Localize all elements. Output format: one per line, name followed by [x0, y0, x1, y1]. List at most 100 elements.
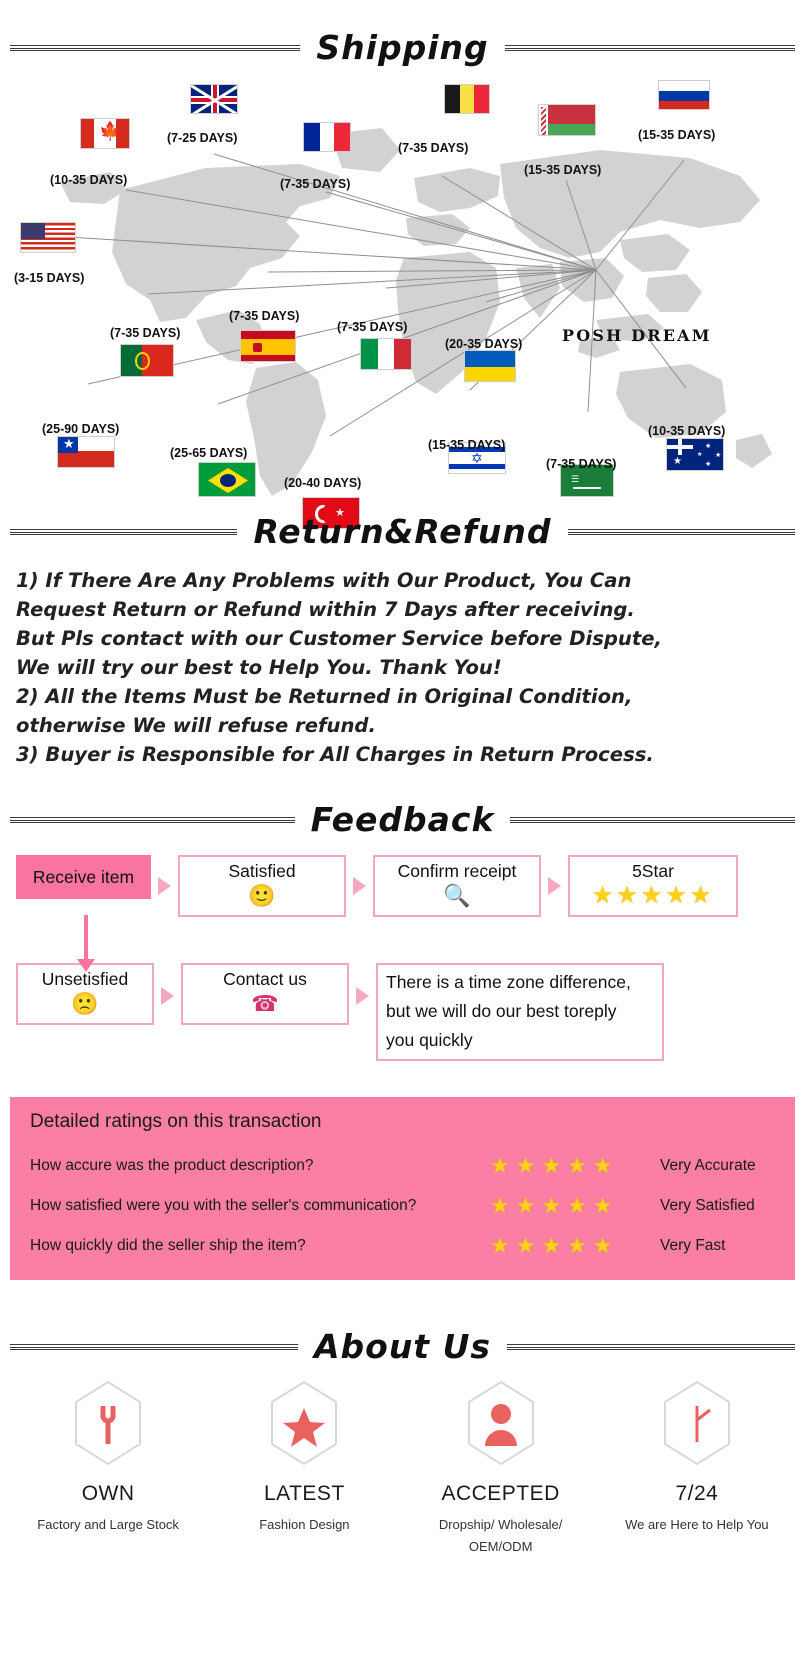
flag-france [303, 122, 351, 152]
flow-five-star: 5Star ★★★★★ [568, 855, 738, 917]
header-rule-right [504, 44, 796, 51]
about-title: About Us [313, 1327, 492, 1366]
return-line: 2) All the Items Must be Returned in Ori… [16, 685, 633, 708]
days-russia: (15-35 DAYS) [638, 128, 716, 142]
days-israel: (15-35 DAYS) [428, 438, 506, 452]
wrench-icon [73, 1380, 143, 1466]
hub-brand-label: POSH DREAM [562, 326, 712, 345]
flow-receive-item: Receive item [16, 855, 151, 899]
return-line: 3) Buyer is Responsible for All Charges … [16, 743, 654, 766]
about-item-latest: LATEST Fashion Design [212, 1380, 397, 1536]
magnifier-icon: 🔍 [443, 883, 471, 908]
header-rule-right [567, 528, 796, 535]
about-title-text: LATEST [263, 1482, 345, 1505]
flag-canada: 🍁 [80, 118, 130, 149]
rating-label: Very Fast [660, 1237, 726, 1254]
header-rule-left [10, 44, 301, 51]
about-title-text: OWN [81, 1482, 135, 1505]
flag-ukraine [464, 350, 516, 382]
flag-russia [658, 80, 710, 110]
flow-timezone-note: There is a time zone difference, but we … [376, 963, 664, 1061]
flow-arrow-icon [353, 877, 366, 895]
rating-question: How quickly did the seller ship the item… [30, 1237, 306, 1254]
about-sub-text: Dropship/ Wholesale/ OEM/ODM [438, 1517, 563, 1554]
rating-label: Very Satisfied [660, 1197, 755, 1214]
rating-question: How accure was the product description? [30, 1157, 314, 1174]
feedback-section-header: Feedback [10, 800, 795, 839]
return-line: Request Return or Refund within 7 Days a… [16, 598, 635, 621]
return-title: Return&Refund [253, 512, 552, 551]
days-portugal: (7-35 DAYS) [110, 326, 181, 340]
flow-contact-us-label: Contact us [223, 969, 307, 989]
rating-row: How satisfied were you with the seller's… [30, 1189, 775, 1223]
telephone-icon: ☎ [251, 991, 279, 1016]
about-item-own: OWN Factory and Large Stock [16, 1380, 201, 1536]
about-item-accepted: ACCEPTED Dropship/ Wholesale/ OEM/ODM [408, 1380, 593, 1558]
days-turkey: (20-40 DAYS) [284, 476, 362, 490]
timezone-note-line: but we will do our best toreply [386, 1001, 617, 1021]
five-stars-icon: ★★★★★ [591, 882, 715, 909]
flow-arrow-icon [161, 987, 174, 1005]
flow-confirm-receipt: Confirm receipt 🔍 [373, 855, 541, 917]
return-line: otherwise We will refuse refund. [16, 714, 376, 737]
header-rule-right [510, 816, 795, 823]
flag-belgium [444, 84, 490, 114]
rating-label: Very Accurate [660, 1157, 756, 1174]
detailed-ratings-panel: Detailed ratings on this transaction How… [10, 1097, 795, 1280]
flow-arrow-icon [548, 877, 561, 895]
flow-satisfied-label: Satisfied [228, 861, 296, 881]
days-australia: (10-35 DAYS) [648, 424, 726, 438]
days-france: (7-35 DAYS) [280, 177, 351, 191]
rating-stars: ★★★★★ [490, 1153, 619, 1179]
flow-unsatisfied-label: Unsetisfied [41, 969, 129, 989]
days-spain: (7-35 DAYS) [229, 309, 300, 323]
about-item-7-24: 7/24 We are Here to Help You [604, 1380, 789, 1536]
days-belgium: (7-35 DAYS) [398, 141, 469, 155]
flag-belarus [538, 104, 596, 136]
days-saudi: (7-35 DAYS) [546, 457, 617, 471]
about-section-header: About Us [10, 1327, 795, 1366]
flag-uk [190, 84, 238, 114]
flag-brazil [198, 462, 256, 497]
about-sub-text: We are Here to Help You [625, 1517, 769, 1532]
flowchart-row-satisfied: Receive item Satisfied 🙂 Confirm receipt… [16, 855, 791, 917]
header-rule-right [507, 1343, 795, 1350]
days-belarus: (15-35 DAYS) [524, 163, 602, 177]
header-rule-left [10, 1343, 298, 1350]
return-line: We will try our best to Help You. Thank … [16, 656, 502, 679]
star-icon [269, 1380, 339, 1466]
about-title-text: 7/24 [675, 1482, 719, 1505]
days-italy: (7-35 DAYS) [337, 320, 408, 334]
flow-five-star-label: 5Star [632, 861, 674, 881]
days-uk: (7-25 DAYS) [167, 131, 238, 145]
about-title-text: ACCEPTED [441, 1482, 560, 1505]
timezone-note-line: you quickly [386, 1030, 473, 1050]
shipping-map: 🍁 ★ ★ ✡ ☰ ★ ★ ★ ★ ★ (7-25 DAYS) (10-35 D… [0, 72, 805, 529]
shipping-section-header: Shipping [10, 28, 796, 67]
ratings-title: Detailed ratings on this transaction [30, 1111, 322, 1132]
days-ukraine: (20-35 DAYS) [445, 337, 523, 351]
days-usa: (3-15 DAYS) [14, 271, 85, 285]
flag-italy [360, 338, 412, 370]
about-sub-text: Fashion Design [259, 1517, 350, 1532]
timezone-note-line: There is a time zone difference, [386, 972, 631, 992]
rating-stars: ★★★★★ [490, 1233, 619, 1259]
clock-icon [662, 1380, 732, 1466]
rating-row: How accure was the product description? … [30, 1149, 775, 1183]
smiley-face-icon: 🙂 [248, 883, 276, 908]
rating-stars: ★★★★★ [490, 1193, 619, 1219]
return-line: But Pls contact with our Customer Servic… [16, 627, 662, 650]
days-chile: (25-90 DAYS) [42, 422, 120, 436]
sad-face-icon: 🙁 [71, 991, 99, 1016]
shipping-title: Shipping [316, 28, 489, 67]
feedback-flowchart: Receive item Satisfied 🙂 Confirm receipt… [16, 855, 791, 1061]
return-line: 1) If There Are Any Problems with Our Pr… [16, 569, 632, 592]
return-section-header: Return&Refund [10, 512, 796, 551]
flow-unsatisfied: Unsetisfied 🙁 [16, 963, 154, 1025]
flag-usa [20, 222, 76, 253]
about-features: OWN Factory and Large Stock LATEST Fashi… [10, 1380, 795, 1558]
days-canada: (10-35 DAYS) [50, 173, 128, 187]
header-rule-left [10, 816, 295, 823]
flag-australia: ★ ★ ★ ★ ★ [666, 438, 724, 471]
rating-row: How quickly did the seller ship the item… [30, 1229, 775, 1263]
